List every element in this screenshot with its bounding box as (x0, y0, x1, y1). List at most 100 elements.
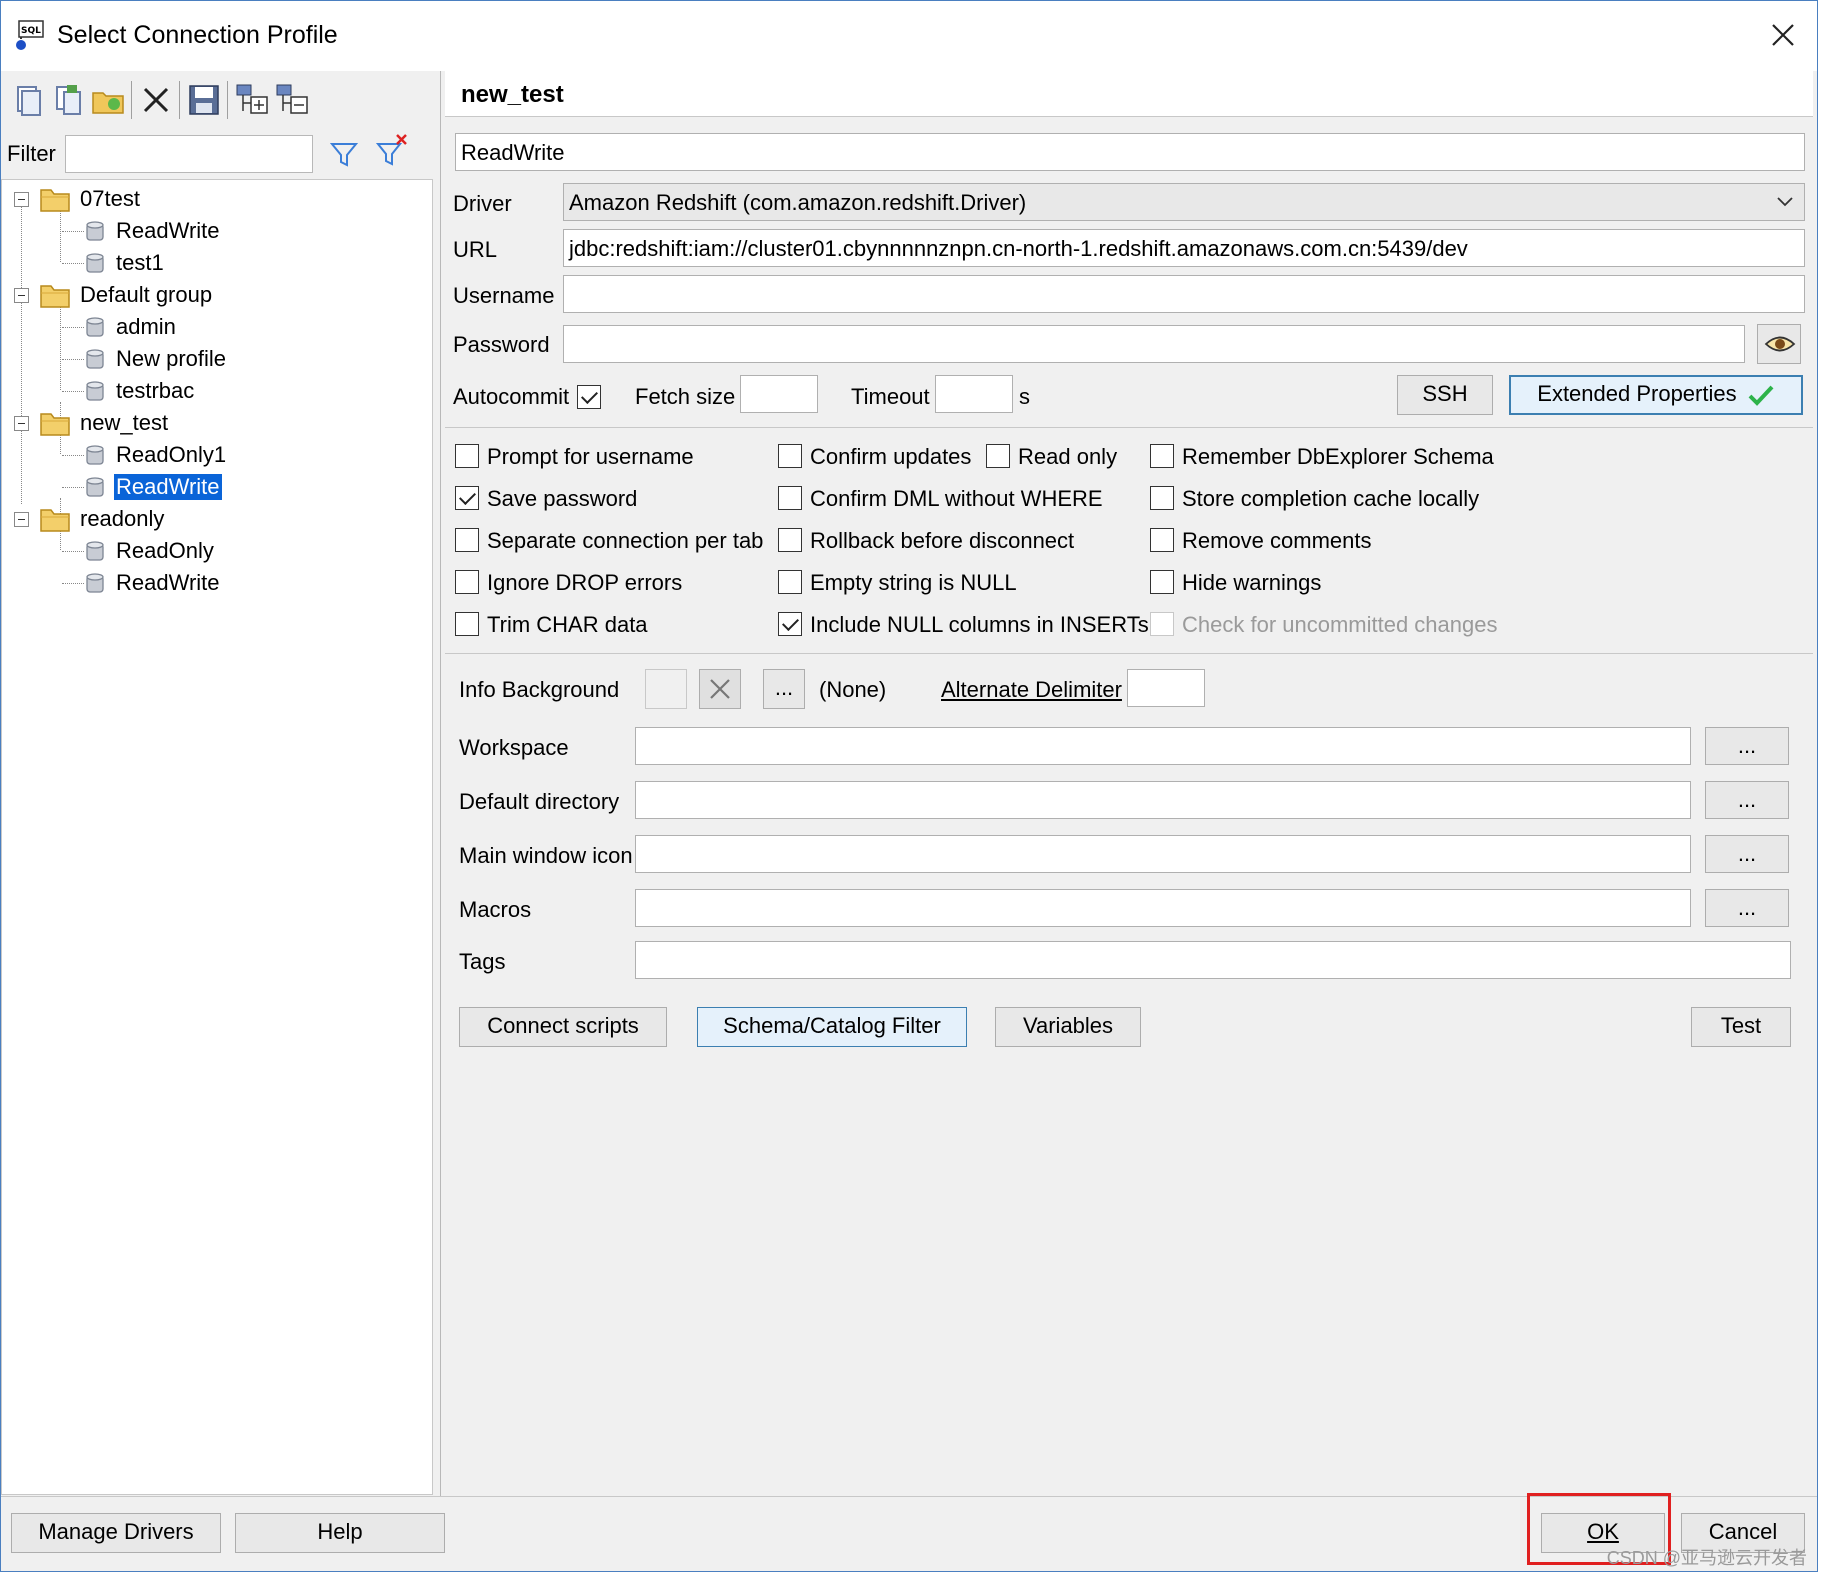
option-checkbox[interactable] (455, 612, 479, 636)
alternate-delimiter-input[interactable] (1127, 669, 1205, 707)
profile-list-panel: Filter 07test ReadWrite test1 Default group… (1, 71, 441, 1496)
show-password-button[interactable] (1757, 324, 1801, 364)
default-directory-input[interactable] (635, 781, 1691, 819)
option-checkbox[interactable] (778, 612, 802, 636)
filter-input[interactable] (65, 135, 313, 173)
macros-browse-button[interactable]: ... (1705, 889, 1789, 927)
collapse-all-icon[interactable] (273, 81, 311, 119)
group-name: new_test (461, 81, 564, 108)
delete-icon[interactable] (137, 81, 175, 119)
variables-button[interactable]: Variables (995, 1007, 1141, 1047)
driver-select[interactable]: Amazon Redshift (com.amazon.redshift.Dri… (563, 183, 1805, 221)
option-col3-2[interactable]: Remove comments (1150, 528, 1510, 558)
option-label: Separate connection per tab (487, 528, 764, 553)
fetch-size-input[interactable] (740, 375, 818, 413)
read-only-option[interactable]: Read only (986, 444, 1126, 474)
option-col2-1[interactable]: Confirm DML without WHERE (778, 486, 1138, 516)
option-checkbox[interactable] (1150, 570, 1174, 594)
help-button[interactable]: Help (235, 1513, 445, 1553)
tree-group-label: Default group (80, 282, 213, 307)
option-checkbox[interactable] (455, 486, 479, 510)
database-icon (86, 573, 104, 593)
timeout-input[interactable] (935, 375, 1013, 413)
toolbar-separator (131, 81, 132, 119)
tree-group[interactable]: 07test (2, 184, 422, 214)
choose-color-button[interactable]: ... (763, 669, 805, 709)
new-group-icon[interactable] (89, 81, 127, 119)
clear-filter-icon[interactable] (375, 133, 409, 169)
test-button[interactable]: Test (1691, 1007, 1791, 1047)
username-input[interactable] (563, 275, 1805, 313)
tree-group-label: new_test (80, 410, 169, 435)
option-col3-1[interactable]: Store completion cache locally (1150, 486, 1510, 516)
workspace-input[interactable] (635, 727, 1691, 765)
option-checkbox[interactable] (455, 444, 479, 468)
collapse-toggle-icon[interactable] (14, 512, 29, 527)
option-checkbox[interactable] (778, 570, 802, 594)
option-checkbox[interactable] (778, 444, 802, 468)
close-icon[interactable] (1765, 17, 1801, 53)
expand-all-icon[interactable] (233, 81, 271, 119)
tree-profile[interactable]: ReadWrite (2, 472, 422, 502)
ssh-button[interactable]: SSH (1397, 375, 1493, 415)
read-only-checkbox[interactable] (986, 444, 1010, 468)
tree-profile-label: admin (116, 314, 176, 339)
new-profile-icon[interactable] (9, 81, 47, 119)
option-col2-4[interactable]: Include NULL columns in INSERTs (778, 612, 1149, 642)
option-col3-3[interactable]: Hide warnings (1150, 570, 1510, 600)
option-col1-3[interactable]: Ignore DROP errors (455, 570, 815, 600)
option-col3-0[interactable]: Remember DbExplorer Schema (1150, 444, 1510, 474)
option-checkbox[interactable] (1150, 528, 1174, 552)
workspace-browse-button[interactable]: ... (1705, 727, 1789, 765)
option-checkbox[interactable] (1150, 444, 1174, 468)
tree-group[interactable]: Default group (2, 280, 422, 310)
collapse-toggle-icon[interactable] (14, 416, 29, 431)
connect-scripts-button[interactable]: Connect scripts (459, 1007, 667, 1047)
main-window-icon-browse-button[interactable]: ... (1705, 835, 1789, 873)
save-icon[interactable] (185, 81, 223, 119)
tree-profile[interactable]: ReadWrite (2, 216, 422, 246)
option-col1-0[interactable]: Prompt for username (455, 444, 815, 474)
schema-catalog-filter-button[interactable]: Schema/Catalog Filter (697, 1007, 967, 1047)
tree-profile[interactable]: ReadOnly (2, 536, 422, 566)
option-checkbox[interactable] (455, 528, 479, 552)
default-directory-browse-button[interactable]: ... (1705, 781, 1789, 819)
option-col1-2[interactable]: Separate connection per tab (455, 528, 815, 558)
manage-drivers-button[interactable]: Manage Drivers (11, 1513, 221, 1553)
tags-input[interactable] (635, 941, 1791, 979)
option-col2-2[interactable]: Rollback before disconnect (778, 528, 1138, 558)
collapse-toggle-icon[interactable] (14, 288, 29, 303)
autocommit-checkbox[interactable] (577, 385, 601, 409)
filter-icon[interactable] (329, 139, 359, 169)
tree-group[interactable]: new_test (2, 408, 422, 438)
driver-value: Amazon Redshift (com.amazon.redshift.Dri… (569, 190, 1027, 215)
collapse-toggle-icon[interactable] (14, 192, 29, 207)
tree-group[interactable]: readonly (2, 504, 422, 534)
option-col1-1[interactable]: Save password (455, 486, 815, 516)
tree-profile[interactable]: testrbac (2, 376, 422, 406)
check-icon (1748, 385, 1774, 407)
profile-name-input[interactable]: ReadWrite (455, 133, 1805, 171)
main-window-icon-input[interactable] (635, 835, 1691, 873)
tree-profile[interactable]: test1 (2, 248, 422, 278)
option-checkbox[interactable] (778, 486, 802, 510)
option-checkbox[interactable] (778, 528, 802, 552)
tree-profile[interactable]: ReadOnly1 (2, 440, 422, 470)
tree-profile[interactable]: ReadWrite (2, 568, 422, 598)
password-input[interactable] (563, 325, 1745, 363)
username-label: Username (453, 283, 555, 308)
clear-color-button[interactable] (699, 669, 741, 709)
alternate-delimiter-label[interactable]: Alternate Delimiter (941, 677, 1122, 703)
option-checkbox[interactable] (455, 570, 479, 594)
extended-properties-button[interactable]: Extended Properties (1509, 375, 1803, 415)
option-col2-3[interactable]: Empty string is NULL (778, 570, 1138, 600)
url-input[interactable]: jdbc:redshift:iam://cluster01.cbynnnnnzn… (563, 229, 1805, 267)
option-col1-4[interactable]: Trim CHAR data (455, 612, 815, 642)
macros-input[interactable] (635, 889, 1691, 927)
tree-profile[interactable]: admin (2, 312, 422, 342)
option-checkbox[interactable] (1150, 486, 1174, 510)
copy-profile-icon[interactable] (49, 81, 87, 119)
tree-connector (62, 487, 84, 488)
tree-profile[interactable]: New profile (2, 344, 422, 374)
tree-connector (62, 359, 84, 360)
